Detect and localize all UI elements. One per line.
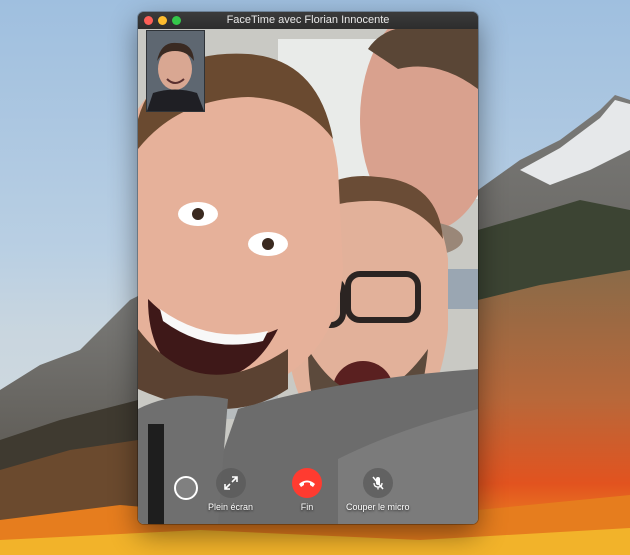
fullscreen-label: Plein écran — [208, 502, 254, 512]
minimize-window-button[interactable] — [158, 16, 167, 25]
expand-arrows-icon — [215, 468, 246, 498]
window-title: FaceTime avec Florian Innocente — [226, 14, 390, 26]
self-view-image — [147, 31, 204, 111]
end-call-label: Fin — [300, 502, 314, 512]
facetime-window: FaceTime avec Florian Innocente Plein éc… — [138, 12, 478, 524]
self-view-preview[interactable] — [146, 30, 205, 112]
close-window-button[interactable] — [144, 16, 153, 25]
call-controls-bar: Plein écran Fin Couper le micro — [138, 454, 478, 524]
maximize-window-button[interactable] — [172, 16, 181, 25]
microphone-slash-icon — [362, 468, 393, 498]
fullscreen-button[interactable]: Plein écran — [208, 468, 253, 512]
mute-label: Couper le micro — [346, 502, 410, 512]
title-bar[interactable]: FaceTime avec Florian Innocente — [138, 12, 478, 29]
phone-hangup-icon — [292, 468, 322, 498]
end-call-button[interactable]: Fin — [292, 468, 322, 512]
mute-button[interactable]: Couper le micro — [346, 468, 410, 512]
record-button[interactable] — [174, 476, 198, 500]
